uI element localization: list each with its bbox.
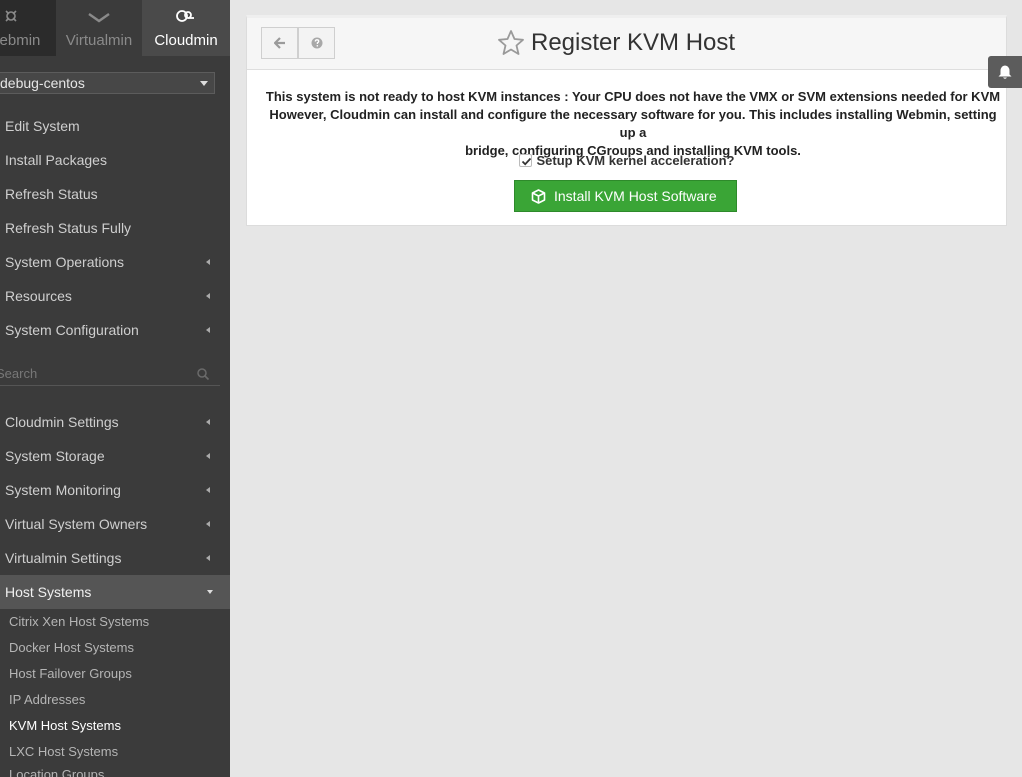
menu-cloudmin-settings[interactable]: Cloudmin Settings [0,405,230,439]
submenu-host-failover-groups[interactable]: Host Failover Groups [9,661,219,687]
star-icon[interactable] [497,29,525,57]
chevron-left-icon [206,293,210,299]
menu-host-systems[interactable]: Host Systems [0,575,230,609]
bell-icon [998,65,1012,79]
menu-label: Install Packages [5,152,107,168]
menu-resources[interactable]: Resources [0,279,230,313]
install-kvm-host-button[interactable]: Install KVM Host Software [514,180,737,212]
menu-label: System Monitoring [5,482,121,498]
menu-label: System Storage [5,448,105,464]
menu-label: System Configuration [5,322,139,338]
main-panel: Register KVM Host This system is not rea… [246,15,1007,226]
kvm-acceleration-checkbox[interactable] [518,154,532,167]
chevron-left-icon [206,521,210,527]
page-title: Register KVM Host [531,29,736,56]
submenu-docker-host-systems[interactable]: Docker Host Systems [9,635,219,661]
tab-webmin[interactable]: Webmin [0,0,56,56]
tab-cloudmin[interactable]: Cloudmin [142,0,230,56]
submenu-kvm-host-systems[interactable]: KVM Host Systems [9,713,219,739]
status-message: This system is not ready to host KVM ins… [261,88,1005,160]
menu-label: Virtualmin Settings [5,550,122,566]
help-button[interactable] [298,27,335,59]
submenu-ip-addresses[interactable]: IP Addresses [9,687,219,713]
submenu-location-groups[interactable]: Location Groups [9,762,219,777]
menu-label: System Operations [5,254,125,270]
menu-label: Resources [5,288,72,304]
chevron-left-icon [206,487,210,493]
webmin-icon [5,10,17,22]
install-button-label: Install KVM Host Software [554,188,717,204]
search-placeholder: Search [0,366,38,381]
submenu-citrix-xen-host-systems[interactable]: Citrix Xen Host Systems [9,609,219,635]
sidebar-search-input[interactable]: Search [0,362,220,386]
sidebar: Webmin Virtualmin Cloudmin debug-centos … [0,0,230,777]
menu-label: Host Systems [5,584,92,600]
chevron-left-icon [206,419,210,425]
menu-system-monitoring[interactable]: System Monitoring [0,473,230,507]
menu-label: Virtual System Owners [5,516,148,532]
message-line: This system is not ready to host KVM ins… [265,89,1001,104]
chevron-left-icon [206,259,210,265]
virtualmin-icon [88,13,110,23]
menu-refresh-status[interactable]: Refresh Status [0,177,230,211]
panel-header: Register KVM Host [247,18,1006,70]
tab-virtualmin-label: Virtualmin [65,32,133,49]
question-circle-icon [311,37,323,49]
message-line: However, Cloudmin can install and config… [269,107,997,140]
menu-refresh-status-fully[interactable]: Refresh Status Fully [0,211,230,245]
arrow-left-icon [274,37,285,49]
server-select[interactable]: debug-centos [0,72,215,94]
package-icon [531,189,546,204]
menu-virtualmin-settings[interactable]: Virtualmin Settings [0,541,230,575]
chevron-left-icon [206,327,210,333]
search-icon [197,368,210,381]
menu-system-operations[interactable]: System Operations [0,245,230,279]
menu-label: Refresh Status [5,186,98,202]
chevron-left-icon [206,453,210,459]
tab-virtualmin[interactable]: Virtualmin [56,0,142,56]
menu-system-storage[interactable]: System Storage [0,439,230,473]
chevron-down-icon [200,81,208,86]
chevron-left-icon [206,555,210,561]
kvm-acceleration-label: Setup KVM kernel acceleration? [536,153,735,168]
menu-label: Edit System [5,118,80,134]
kvm-acceleration-row: Setup KVM kernel acceleration? [247,153,1006,168]
tab-webmin-label: Webmin [0,32,41,49]
menu-install-packages[interactable]: Install Packages [0,143,230,177]
menu-label: Cloudmin Settings [5,414,119,430]
notifications-button[interactable] [988,56,1022,88]
server-select-value: debug-centos [0,75,85,91]
check-icon [521,157,531,166]
tab-cloudmin-label: Cloudmin [154,32,218,49]
menu-edit-system[interactable]: Edit System [0,109,230,143]
menu-label: Refresh Status Fully [5,220,132,236]
menu-virtual-system-owners[interactable]: Virtual System Owners [0,507,230,541]
back-button[interactable] [261,27,298,59]
product-switcher: Webmin Virtualmin Cloudmin [0,0,230,56]
cloudmin-icon [176,10,194,22]
menu-system-configuration[interactable]: System Configuration [0,313,230,347]
chevron-down-icon [207,590,213,594]
